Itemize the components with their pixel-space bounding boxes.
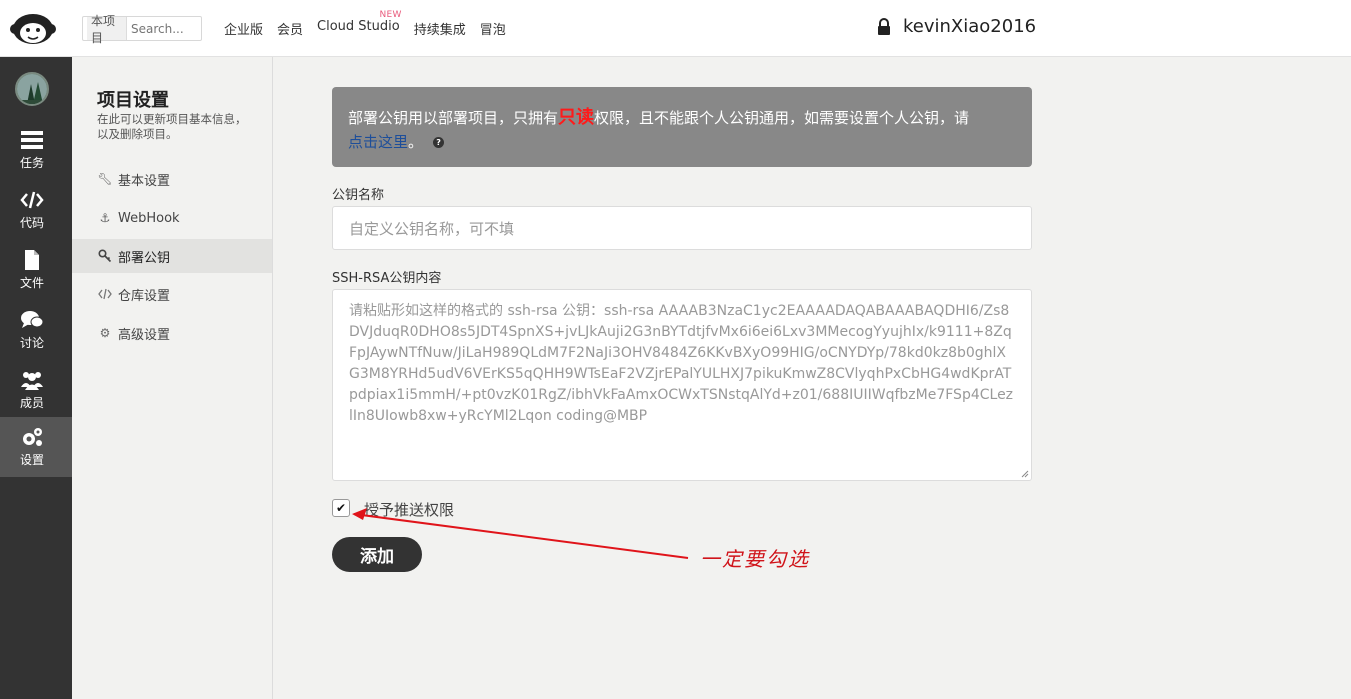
deploy-key-notice: 部署公钥用以部署项目，只拥有只读权限，且不能跟个人公钥通用，如需要设置个人公钥，… (332, 87, 1032, 167)
key-icon (98, 249, 112, 263)
tasks-icon (21, 131, 43, 149)
settings-item-repository[interactable]: 仓库设置 (72, 277, 272, 311)
key-content-label: SSH-RSA公钥内容 (332, 271, 442, 286)
nav-membership[interactable]: 会员 (277, 19, 303, 38)
settings-icon (23, 428, 42, 446)
check-icon: ✔ (335, 501, 347, 515)
project-avatar[interactable] (15, 72, 49, 106)
settings-item-advanced[interactable]: ⚙︎ 高级设置 (72, 316, 272, 350)
top-nav: 企业版 会员 Cloud Studio NEW 持续集成 冒泡 (224, 10, 520, 38)
nav-enterprise[interactable]: 企业版 (224, 19, 263, 38)
project-sidebar: 任务 代码 文件 讨论 成员 设置 (0, 57, 72, 699)
key-name-label: 公钥名称 (332, 188, 385, 203)
user-menu[interactable]: kevinXiao2016 (877, 16, 1036, 37)
resize-handle-icon[interactable] (1021, 470, 1029, 478)
settings-description: 在此可以更新项目基本信息，以及删除项目。 (97, 112, 247, 141)
sidebar-label: 成员 (19, 396, 44, 410)
notice-end: 。 (408, 133, 424, 151)
grant-push-checkbox[interactable]: ✔ (332, 499, 350, 517)
members-icon (21, 372, 43, 390)
scope-label[interactable]: 本项目 (87, 14, 127, 45)
key-content-textarea[interactable]: 请粘贴形如这样的格式的 ssh-rsa 公钥：ssh-rsa AAAAB3Nza… (332, 289, 1032, 481)
annotation-text: 一定要勾选 (700, 547, 810, 571)
key-content-placeholder: 请粘贴形如这样的格式的 ssh-rsa 公钥：ssh-rsa AAAAB3Nza… (349, 303, 1014, 424)
sidebar-label: 代码 (19, 216, 44, 230)
top-bar: 本项目 企业版 会员 Cloud StudioNEW 持续集成 冒泡 kevin… (0, 0, 1351, 57)
wrench-icon: 🔧︎ (97, 172, 113, 186)
code-icon (98, 287, 112, 301)
settings-item-label: 高级设置 (118, 327, 171, 343)
lock-icon (878, 17, 890, 35)
nav-cloud-studio-label: Cloud Studio (317, 19, 400, 34)
settings-title: 项目设置 (97, 90, 169, 111)
monkey-logo-icon[interactable] (10, 10, 56, 46)
sidebar-item-members[interactable]: 成员 (0, 360, 72, 420)
notice-text-before: 部署公钥用以部署项目，只拥有 (348, 109, 559, 127)
sidebar-item-files[interactable]: 文件 (0, 240, 72, 300)
question-icon[interactable]: ? (433, 137, 445, 148)
personal-key-link[interactable]: 点击这里 (348, 133, 408, 151)
nav-cloud-studio[interactable]: Cloud Studio NEW (317, 10, 401, 38)
username: kevinXiao2016 (903, 16, 1037, 37)
anchor-icon: ⚓︎ (99, 211, 111, 225)
settings-item-label: 基本设置 (118, 173, 171, 189)
settings-item-label: 仓库设置 (118, 288, 171, 304)
notice-readonly: 只读 (558, 107, 595, 128)
discussion-icon (21, 311, 44, 328)
settings-menu: 项目设置 在此可以更新项目基本信息，以及删除项目。 🔧︎ 基本设置 ⚓︎ Web… (72, 57, 273, 699)
sidebar-item-settings[interactable]: 设置 (0, 417, 72, 477)
project-search[interactable]: 本项目 (82, 14, 202, 45)
settings-item-label: WebHook (118, 210, 180, 226)
file-icon (25, 250, 39, 270)
sidebar-item-discussion[interactable]: 讨论 (0, 300, 72, 360)
settings-item-label: 部署公钥 (118, 250, 171, 266)
notice-text-after: 权限，且不能跟个人公钥通用，如需要设置个人公钥，请 (594, 109, 970, 127)
settings-item-webhook[interactable]: ⚓︎ WebHook (72, 201, 272, 235)
sidebar-label: 设置 (19, 453, 44, 467)
sidebar-label: 文件 (19, 276, 44, 290)
gears-icon: ⚙︎ (99, 326, 111, 340)
code-icon (20, 191, 44, 209)
add-button[interactable]: 添加 (332, 537, 422, 572)
new-badge: NEW (379, 10, 402, 20)
settings-item-basic[interactable]: 🔧︎ 基本设置 (72, 162, 272, 196)
grant-push-label[interactable]: 授予推送权限 (364, 499, 454, 520)
settings-item-deploy-keys[interactable]: 部署公钥 (72, 239, 272, 273)
sidebar-item-code[interactable]: 代码 (0, 180, 72, 240)
key-name-input[interactable]: 自定义公钥名称，可不填 (332, 206, 1032, 250)
search-input[interactable] (131, 21, 201, 36)
sidebar-label: 讨论 (19, 336, 44, 350)
sidebar-item-tasks[interactable]: 任务 (0, 120, 72, 180)
nav-bubble[interactable]: 冒泡 (480, 19, 506, 38)
nav-ci[interactable]: 持续集成 (414, 19, 466, 38)
sidebar-label: 任务 (19, 156, 44, 170)
